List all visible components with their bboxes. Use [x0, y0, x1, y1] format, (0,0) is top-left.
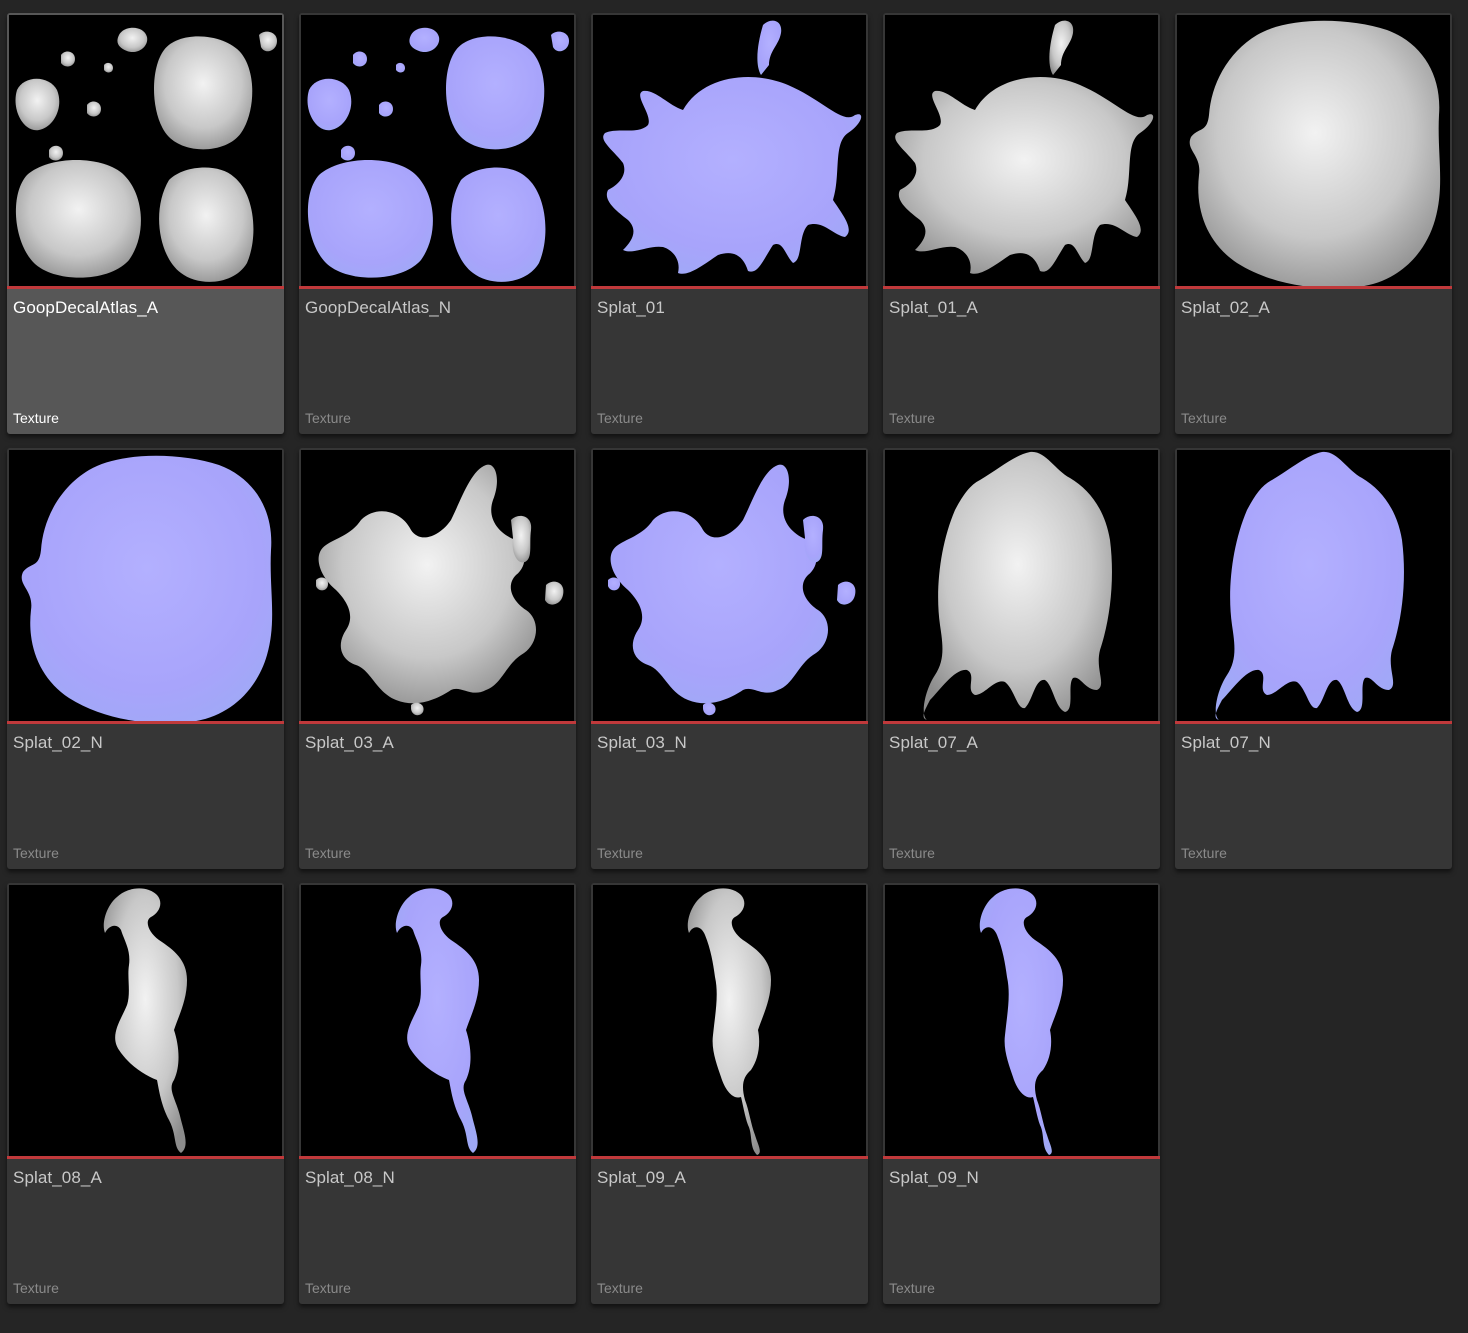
- asset-tile[interactable]: Splat_01_A Texture: [883, 13, 1160, 434]
- splat-shape: [316, 577, 329, 591]
- asset-type-color-bar: [299, 721, 576, 724]
- asset-type-label: Texture: [597, 410, 643, 426]
- splat-shape: [608, 577, 621, 591]
- asset-name-label: GoopDecalAtlas_A: [13, 298, 159, 317]
- asset-thumbnail: [301, 15, 574, 286]
- asset-type-color-bar: [299, 1156, 576, 1159]
- asset-tile[interactable]: Splat_09_N Texture: [883, 883, 1160, 1304]
- asset-name-label: Splat_03_A: [305, 733, 394, 752]
- asset-tile[interactable]: Splat_02_N Texture: [7, 448, 284, 869]
- asset-thumbnail: [1177, 15, 1450, 286]
- texture-preview-image: [9, 15, 282, 286]
- texture-preview-image: [593, 15, 866, 286]
- asset-thumbnail: [885, 885, 1158, 1156]
- asset-type-label: Texture: [889, 410, 935, 426]
- asset-tile[interactable]: Splat_09_A Texture: [591, 883, 868, 1304]
- asset-type-label: Texture: [597, 845, 643, 861]
- texture-preview-image: [301, 885, 574, 1156]
- asset-tile[interactable]: Splat_01 Texture: [591, 13, 868, 434]
- splat-shape: [445, 36, 545, 150]
- asset-thumbnail: [593, 450, 866, 721]
- texture-preview-image: [9, 450, 282, 721]
- asset-type-color-bar: [7, 721, 284, 724]
- texture-preview-image: [885, 450, 1158, 721]
- asset-type-color-bar: [1175, 286, 1452, 289]
- asset-name-label: Splat_01_A: [889, 298, 978, 317]
- texture-preview-image: [1177, 450, 1450, 721]
- asset-type-label: Texture: [305, 1280, 351, 1296]
- asset-type-label: Texture: [889, 1280, 935, 1296]
- asset-tile[interactable]: Splat_07_A Texture: [883, 448, 1160, 869]
- asset-thumbnail: [885, 15, 1158, 286]
- asset-name-label: Splat_07_A: [889, 733, 978, 752]
- asset-thumbnail: [9, 450, 282, 721]
- asset-name-label: Splat_07_N: [1181, 733, 1271, 752]
- splat-shape: [341, 145, 355, 161]
- asset-type-color-bar: [7, 1156, 284, 1159]
- texture-preview-image: [593, 885, 866, 1156]
- asset-tile[interactable]: Splat_03_A Texture: [299, 448, 576, 869]
- asset-thumbnail: [1177, 450, 1450, 721]
- asset-type-label: Texture: [13, 1280, 59, 1296]
- asset-type-label: Texture: [13, 410, 59, 426]
- asset-type-label: Texture: [889, 845, 935, 861]
- texture-preview-image: [301, 15, 574, 286]
- texture-preview-image: [9, 885, 282, 1156]
- splat-shape: [379, 101, 393, 117]
- splat-shape: [159, 167, 254, 282]
- asset-thumbnail: [301, 885, 574, 1156]
- asset-type-label: Texture: [305, 410, 351, 426]
- asset-tile[interactable]: Splat_07_N Texture: [1175, 448, 1452, 869]
- splat-shape: [353, 51, 367, 67]
- asset-name-label: Splat_03_N: [597, 733, 687, 752]
- asset-thumbnail: [9, 885, 282, 1156]
- asset-type-color-bar: [883, 286, 1160, 289]
- asset-type-label: Texture: [13, 845, 59, 861]
- splat-shape: [87, 101, 101, 117]
- asset-name-label: Splat_08_A: [13, 1168, 102, 1187]
- splat-shape: [15, 160, 141, 278]
- asset-tile[interactable]: Splat_08_N Texture: [299, 883, 576, 1304]
- asset-type-label: Texture: [1181, 845, 1227, 861]
- asset-thumbnail: [885, 450, 1158, 721]
- asset-thumbnail: [9, 15, 282, 286]
- asset-thumbnail: [593, 885, 866, 1156]
- asset-type-color-bar: [1175, 721, 1452, 724]
- splat-shape: [451, 167, 546, 282]
- splat-shape: [49, 145, 63, 161]
- texture-preview-image: [885, 885, 1158, 1156]
- asset-tile[interactable]: Splat_08_A Texture: [7, 883, 284, 1304]
- asset-name-label: Splat_02_N: [13, 733, 103, 752]
- asset-tile[interactable]: Splat_03_N Texture: [591, 448, 868, 869]
- asset-type-label: Texture: [1181, 410, 1227, 426]
- asset-tile[interactable]: GoopDecalAtlas_N Texture: [299, 13, 576, 434]
- texture-preview-image: [301, 450, 574, 721]
- asset-tile[interactable]: GoopDecalAtlas_A Texture: [7, 13, 284, 434]
- asset-tile[interactable]: Splat_02_A Texture: [1175, 13, 1452, 434]
- asset-type-label: Texture: [597, 1280, 643, 1296]
- texture-preview-image: [1177, 15, 1450, 286]
- splat-shape: [61, 51, 75, 67]
- asset-name-label: Splat_09_N: [889, 1168, 979, 1187]
- splat-shape: [153, 36, 253, 150]
- texture-preview-image: [593, 450, 866, 721]
- splat-shape: [307, 160, 433, 278]
- texture-preview-image: [885, 15, 1158, 286]
- asset-name-label: Splat_09_A: [597, 1168, 686, 1187]
- asset-type-color-bar: [591, 1156, 868, 1159]
- asset-type-color-bar: [883, 721, 1160, 724]
- asset-type-color-bar: [883, 1156, 1160, 1159]
- asset-name-label: Splat_02_A: [1181, 298, 1270, 317]
- asset-type-color-bar: [591, 721, 868, 724]
- asset-name-label: Splat_01: [597, 298, 665, 317]
- asset-grid: GoopDecalAtlas_A Texture GoopDecalAtlas_N T…: [7, 13, 1452, 1304]
- asset-type-color-bar: [7, 286, 284, 289]
- asset-type-label: Texture: [305, 845, 351, 861]
- asset-thumbnail: [301, 450, 574, 721]
- asset-thumbnail: [593, 15, 866, 286]
- asset-type-color-bar: [299, 286, 576, 289]
- asset-type-color-bar: [591, 286, 868, 289]
- asset-name-label: GoopDecalAtlas_N: [305, 298, 452, 317]
- asset-name-label: Splat_08_N: [305, 1168, 395, 1187]
